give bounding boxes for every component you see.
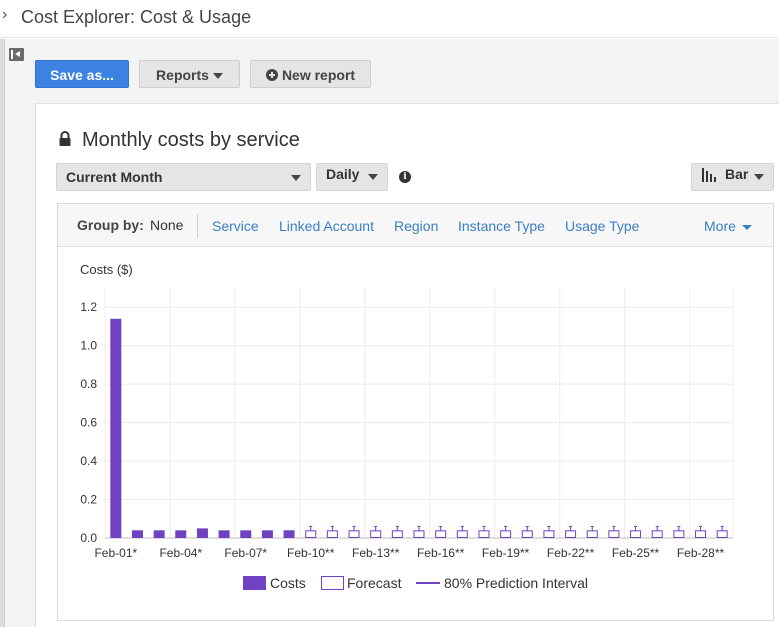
- forecast-bar: [500, 530, 512, 538]
- costs-bar: [261, 530, 273, 538]
- forecast-bar: [716, 530, 728, 538]
- y-tick-label: 0.2: [80, 493, 97, 507]
- costs-bar: [110, 318, 122, 538]
- costs-bar: [153, 530, 165, 538]
- forecast-bar: [370, 530, 382, 538]
- legend-interval-label: 80% Prediction Interval: [444, 575, 588, 591]
- y-tick-label: 0.4: [80, 454, 97, 468]
- forecast-bar: [651, 530, 663, 538]
- x-tick-label: Feb-07*: [224, 546, 267, 560]
- forecast-bar: [435, 530, 447, 538]
- cost-chart: 0.0 0.2 0.4 0.6 0.8 1.0 1.2 Feb-01* Feb-04* Feb-0…: [80, 288, 734, 591]
- forecast-bar: [391, 530, 403, 538]
- forecast-bar: [565, 530, 577, 538]
- costs-bar: [240, 530, 252, 538]
- x-tick-label: Feb-13**: [352, 546, 400, 560]
- costs-bar: [131, 530, 143, 538]
- legend-forecast-swatch: [321, 576, 344, 590]
- forecast-bar: [586, 530, 598, 538]
- costs-bar: [218, 530, 230, 538]
- forecast-bar: [543, 530, 555, 538]
- forecast-bar: [630, 530, 642, 538]
- costs-bar: [196, 528, 208, 538]
- costs-bar: [175, 530, 187, 538]
- forecast-bar: [348, 530, 360, 538]
- x-tick-label: Feb-22**: [547, 546, 595, 560]
- y-tick-label: 1.0: [80, 339, 97, 353]
- x-tick-label: Feb-19**: [482, 546, 530, 560]
- legend-costs-swatch: [243, 576, 266, 590]
- x-tick-label: Feb-28**: [677, 546, 725, 560]
- forecast-bar: [326, 530, 338, 538]
- forecast-bar: [695, 530, 707, 538]
- x-tick-label: Feb-25**: [612, 546, 660, 560]
- forecast-bar: [478, 530, 490, 538]
- y-tick-label: 1.2: [80, 300, 97, 314]
- forecast-bar: [413, 530, 425, 538]
- x-tick-label: Feb-16**: [417, 546, 465, 560]
- forecast-bar: [521, 530, 533, 538]
- y-tick-label: 0.6: [80, 416, 97, 430]
- legend-costs-label: Costs: [270, 575, 306, 591]
- forecast-bar: [673, 530, 685, 538]
- legend-forecast-label: Forecast: [347, 575, 402, 591]
- forecast-bar: [305, 530, 317, 538]
- x-tick-label: Feb-10**: [287, 546, 335, 560]
- y-tick-label: 0.8: [80, 377, 97, 391]
- forecast-bar: [608, 530, 620, 538]
- x-tick-label: Feb-01*: [94, 546, 137, 560]
- y-tick-label: 0.0: [80, 531, 97, 545]
- costs-bar: [283, 530, 295, 538]
- forecast-bar: [456, 530, 468, 538]
- x-tick-label: Feb-04*: [159, 546, 202, 560]
